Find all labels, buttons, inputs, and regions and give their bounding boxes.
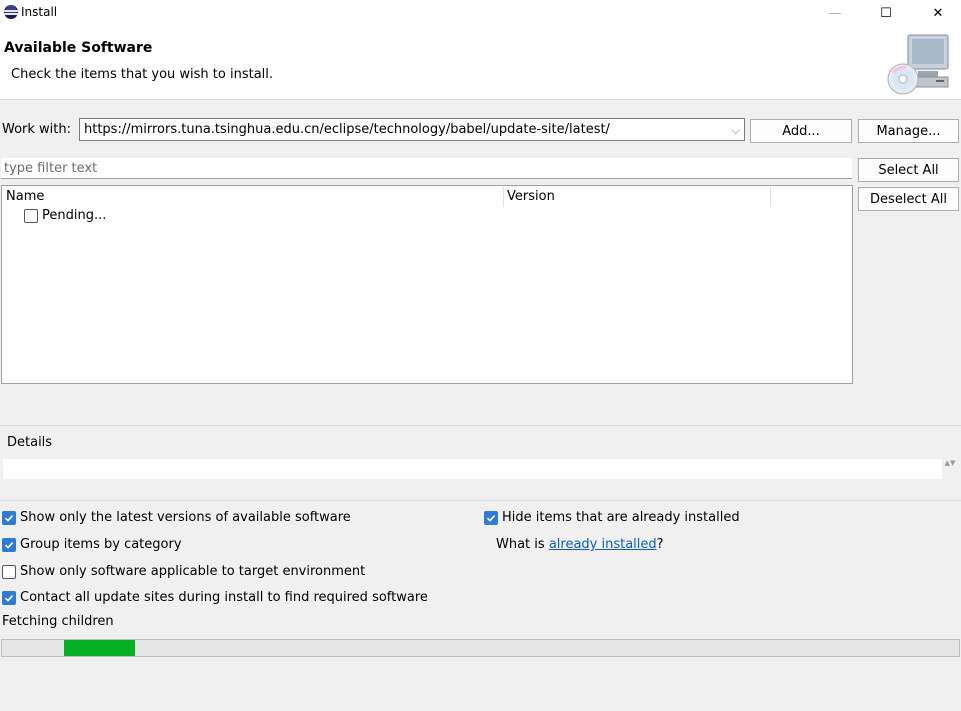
show-latest-label[interactable]: Show only the latest versions of availab… <box>20 510 351 525</box>
work-with-value: https://mirrors.tuna.tsinghua.edu.cn/ecl… <box>84 122 610 137</box>
target-environment-checkbox[interactable] <box>2 565 16 579</box>
what-is-prefix: What is <box>496 537 549 552</box>
select-all-button[interactable]: Select All <box>858 158 959 182</box>
checkmark-icon <box>4 595 14 602</box>
checkmark-icon <box>4 515 14 522</box>
progress-bar <box>1 639 960 657</box>
page-description: Check the items that you wish to install… <box>11 67 274 82</box>
page-title: Available Software <box>4 40 153 56</box>
already-installed-link[interactable]: already installed <box>549 537 657 552</box>
divider <box>0 500 961 501</box>
target-environment-label[interactable]: Show only software applicable to target … <box>20 564 365 579</box>
details-text[interactable] <box>3 459 942 479</box>
show-latest-checkbox[interactable] <box>2 511 16 525</box>
what-is-installed-text: What is already installed? <box>496 537 664 552</box>
progress-bar-fill <box>64 640 135 656</box>
add-button[interactable]: Add... <box>750 119 852 143</box>
work-with-label: Work with: <box>2 122 72 137</box>
checkmark-icon <box>4 542 14 549</box>
contact-sites-checkbox[interactable] <box>2 591 16 605</box>
column-header-version[interactable]: Version <box>507 189 555 204</box>
work-with-combo[interactable]: https://mirrors.tuna.tsinghua.edu.cn/ecl… <box>79 118 745 141</box>
eclipse-icon <box>4 5 18 19</box>
minimize-button[interactable]: — <box>812 0 858 27</box>
divider <box>0 425 961 426</box>
close-button[interactable]: ✕ <box>915 0 961 27</box>
pending-checkbox[interactable] <box>24 209 38 223</box>
monitor-cd-icon <box>887 34 949 95</box>
manage-button[interactable]: Manage... <box>858 119 959 143</box>
details-scroll-arrows[interactable]: ▲▼ <box>944 459 956 479</box>
column-header-name[interactable]: Name <box>6 189 44 204</box>
what-is-suffix: ? <box>656 537 664 552</box>
deselect-all-button[interactable]: Deselect All <box>858 187 959 211</box>
maximize-button[interactable]: ☐ <box>863 0 909 27</box>
details-label: Details <box>7 435 53 450</box>
column-separator[interactable] <box>770 187 771 207</box>
hide-installed-label[interactable]: Hide items that are already installed <box>502 510 740 525</box>
group-by-category-label[interactable]: Group items by category <box>20 537 182 552</box>
chevron-down-icon[interactable]: ⌵ <box>732 124 740 138</box>
software-tree[interactable] <box>1 185 853 384</box>
group-by-category-checkbox[interactable] <box>2 538 16 552</box>
wizard-header <box>0 27 961 100</box>
filter-input[interactable] <box>1 158 852 179</box>
checkmark-icon <box>486 515 496 522</box>
status-text: Fetching children <box>2 614 114 629</box>
window-title: Install <box>21 5 58 19</box>
hide-installed-checkbox[interactable] <box>484 511 498 525</box>
contact-sites-label[interactable]: Contact all update sites during install … <box>20 590 428 605</box>
tree-row-label: Pending... <box>42 208 107 223</box>
column-separator[interactable] <box>503 187 504 207</box>
